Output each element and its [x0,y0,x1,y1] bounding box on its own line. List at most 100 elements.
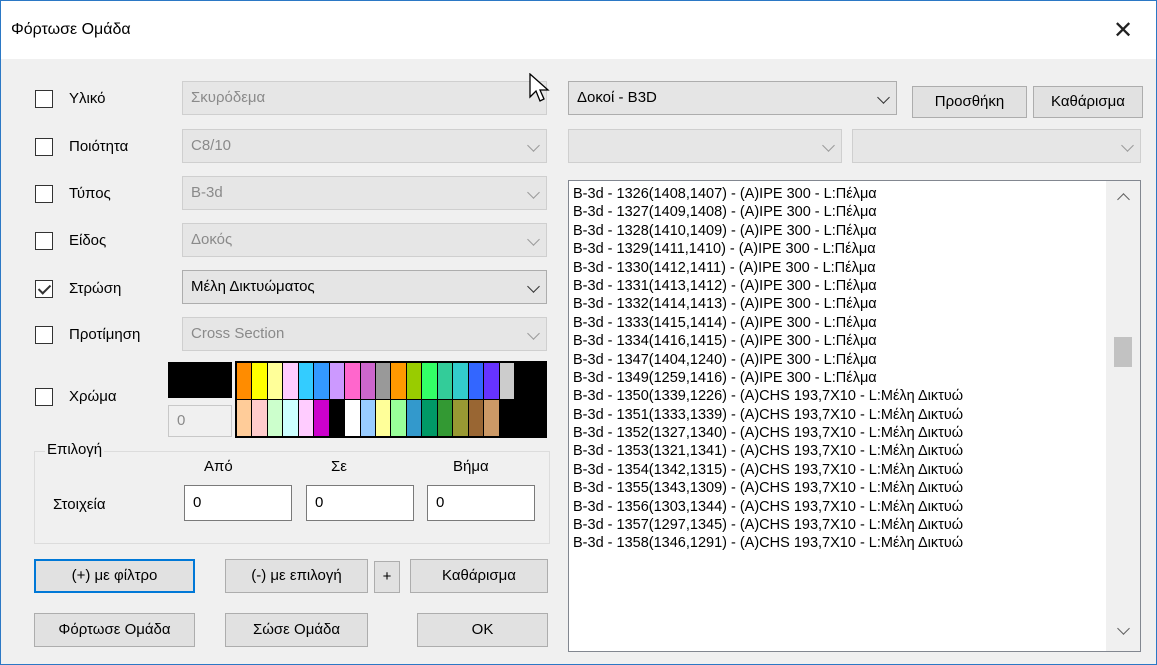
palette-swatch[interactable] [376,400,391,436]
scroll-down-icon[interactable] [1117,622,1130,635]
layer-checkbox[interactable] [35,280,53,298]
plus-button[interactable]: + [374,561,400,593]
list-item[interactable]: B-3d - 1357(1297,1345) - (A)CHS 193,7X10… [569,516,1106,534]
close-icon[interactable]: ✕ [1101,11,1145,51]
palette-swatch[interactable] [298,400,314,436]
list-item[interactable]: B-3d - 1350(1339,1226) - (A)CHS 193,7X10… [569,387,1106,405]
palette-swatch[interactable] [376,363,391,399]
palette-swatch[interactable] [252,363,267,399]
palette-swatch[interactable] [453,363,468,399]
palette-swatch[interactable] [314,400,329,436]
chevron-down-icon [527,280,540,293]
palette-swatch[interactable] [515,400,530,436]
remove-with-selection-button[interactable]: (-) με επιλογή [225,559,368,593]
palette-swatch[interactable] [391,400,406,436]
list-item[interactable]: B-3d - 1352(1327,1340) - (A)CHS 193,7X10… [569,424,1106,442]
list-item[interactable]: B-3d - 1327(1409,1408) - (A)IPE 300 - L:… [569,203,1106,221]
palette-swatch[interactable] [453,400,468,436]
palette-swatch[interactable] [283,363,298,399]
palette-swatch[interactable] [468,400,484,436]
palette-swatch[interactable] [283,400,298,436]
elements-listbox[interactable]: B-3d - 1326(1408,1407) - (A)IPE 300 - L:… [568,180,1141,652]
palette-swatch[interactable] [530,363,545,399]
palette-swatch[interactable] [406,363,422,399]
list-item[interactable]: B-3d - 1334(1416,1415) - (A)IPE 300 - L:… [569,332,1106,350]
palette-swatch[interactable] [437,400,453,436]
palette-swatch[interactable] [237,363,252,399]
list-item[interactable]: B-3d - 1333(1415,1414) - (A)IPE 300 - L:… [569,314,1106,332]
list-item[interactable]: B-3d - 1355(1343,1309) - (A)CHS 193,7X10… [569,479,1106,497]
sub-filter-combo-2[interactable] [852,129,1141,163]
list-item[interactable]: B-3d - 1349(1259,1416) - (A)IPE 300 - L:… [569,369,1106,387]
palette-swatch[interactable] [468,363,484,399]
list-item[interactable]: B-3d - 1332(1414,1413) - (A)IPE 300 - L:… [569,295,1106,313]
palette-swatch[interactable] [422,400,437,436]
palette-swatch[interactable] [391,363,406,399]
preference-checkbox[interactable] [35,326,53,344]
list-item[interactable]: B-3d - 1330(1412,1411) - (A)IPE 300 - L:… [569,259,1106,277]
palette-swatch[interactable] [484,363,499,399]
material-combo-value: Σκυρόδεμα [191,89,266,106]
type-combo[interactable]: B-3d [182,176,547,210]
add-button[interactable]: Προσθήκη [912,86,1027,118]
vertical-scrollbar[interactable] [1106,181,1140,651]
list-item[interactable]: B-3d - 1347(1404,1240) - (A)IPE 300 - L:… [569,351,1106,369]
list-item[interactable]: B-3d - 1354(1342,1315) - (A)CHS 193,7X10… [569,461,1106,479]
palette-swatch[interactable] [360,363,376,399]
type-checkbox[interactable] [35,185,53,203]
layer-combo-value: Μέλη Δικτυώματος [191,278,315,295]
material-combo[interactable]: Σκυρόδεμα [182,81,547,115]
save-group-button[interactable]: Σώσε Ομάδα [225,613,368,647]
ok-button[interactable]: OK [417,613,548,647]
selected-color-swatch[interactable] [168,362,232,398]
chevron-down-icon [527,186,540,199]
palette-swatch[interactable] [298,363,314,399]
palette-swatch[interactable] [345,363,360,399]
palette-swatch[interactable] [329,363,345,399]
list-item[interactable]: B-3d - 1328(1410,1409) - (A)IPE 300 - L:… [569,222,1106,240]
palette-swatch[interactable] [499,363,515,399]
palette-swatch[interactable] [252,400,267,436]
palette-swatch[interactable] [360,400,376,436]
palette-swatch[interactable] [237,400,252,436]
list-item[interactable]: B-3d - 1353(1321,1341) - (A)CHS 193,7X10… [569,442,1106,460]
palette-swatch[interactable] [406,400,422,436]
palette-swatch[interactable] [267,363,283,399]
to-input[interactable]: 0 [306,485,414,521]
scroll-thumb[interactable] [1114,337,1132,367]
palette-swatch[interactable] [530,400,545,436]
load-group-dialog: Φόρτωσε Ομάδα ✕ Υλικό Σκυρόδεμα Ποιότητα… [0,0,1157,665]
sub-filter-combo-1[interactable] [568,129,842,163]
clear-list-button[interactable]: Καθάρισμα [1033,86,1143,118]
palette-swatch[interactable] [329,400,345,436]
from-input[interactable]: 0 [184,485,292,521]
layer-combo[interactable]: Μέλη Δικτυώματος [182,270,547,304]
palette-swatch[interactable] [515,363,530,399]
list-item[interactable]: B-3d - 1331(1413,1412) - (A)IPE 300 - L:… [569,277,1106,295]
load-group-button[interactable]: Φόρτωσε Ομάδα [34,613,195,647]
palette-swatch[interactable] [345,400,360,436]
kind-checkbox[interactable] [35,232,53,250]
material-checkbox[interactable] [35,90,53,108]
kind-combo[interactable]: Δοκός [182,223,547,257]
quality-checkbox[interactable] [35,138,53,156]
list-item[interactable]: B-3d - 1351(1333,1339) - (A)CHS 193,7X10… [569,406,1106,424]
palette-swatch[interactable] [422,363,437,399]
palette-swatch[interactable] [314,363,329,399]
clear-selection-button[interactable]: Καθάρισμα [410,559,548,593]
scroll-up-icon[interactable] [1117,193,1130,206]
palette-swatch[interactable] [499,400,515,436]
step-input[interactable]: 0 [427,485,535,521]
quality-combo[interactable]: C8/10 [182,129,547,163]
preference-combo[interactable]: Cross Section [182,317,547,351]
palette-swatch[interactable] [484,400,499,436]
palette-swatch[interactable] [267,400,283,436]
list-item[interactable]: B-3d - 1326(1408,1407) - (A)IPE 300 - L:… [569,185,1106,203]
palette-swatch[interactable] [437,363,453,399]
list-item[interactable]: B-3d - 1329(1411,1410) - (A)IPE 300 - L:… [569,240,1106,258]
add-with-filter-button[interactable]: (+) με φίλτρο [34,559,195,593]
list-item[interactable]: B-3d - 1358(1346,1291) - (A)CHS 193,7X10… [569,534,1106,552]
list-item[interactable]: B-3d - 1356(1303,1344) - (A)CHS 193,7X10… [569,498,1106,516]
group-combo[interactable]: Δοκοί - B3D [568,81,897,115]
color-checkbox[interactable] [35,388,53,406]
